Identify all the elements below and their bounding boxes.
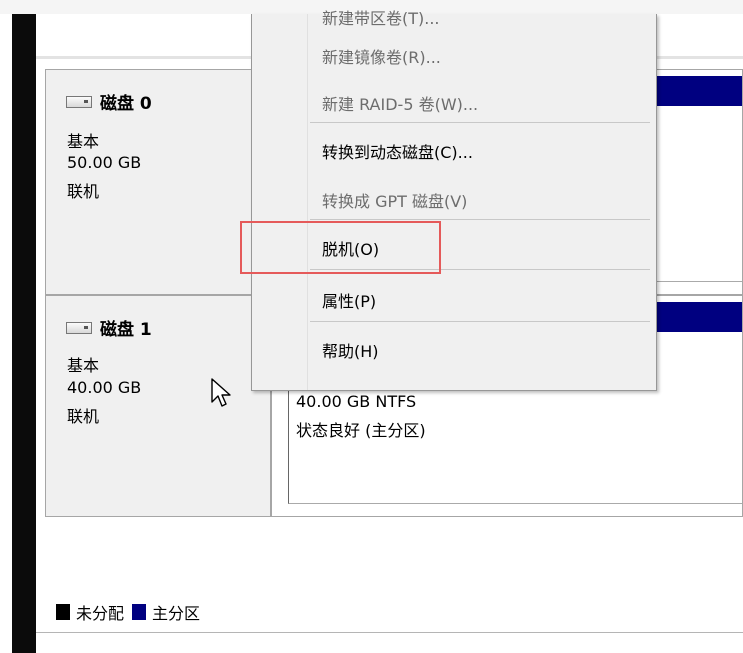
- disk-1-label[interactable]: 磁盘 1 基本 40.00 GB 联机: [45, 295, 271, 517]
- disk-icon: [66, 96, 92, 108]
- mouse-cursor-icon: [211, 378, 233, 414]
- disk-1-partition-size: 40.00 GB NTFS: [296, 392, 417, 411]
- legend-unallocated: 未分配: [76, 604, 125, 623]
- disk-0-type: 基本: [67, 132, 100, 151]
- menu-properties[interactable]: 属性(P): [322, 288, 376, 312]
- legend-divider: [36, 632, 743, 633]
- disk-0-name: 磁盘 0: [100, 94, 152, 114]
- context-menu: 新建带区卷(T)... 新建镜像卷(R)... 新建 RAID-5 卷(W)..…: [251, 9, 657, 391]
- menu-convert-dynamic[interactable]: 转换到动态磁盘(C)...: [322, 139, 473, 163]
- primary-swatch: [132, 604, 147, 620]
- menu-separator: [310, 122, 650, 123]
- menu-new-striped-volume[interactable]: 新建带区卷(T)...: [322, 5, 440, 29]
- disk-1-size: 40.00 GB: [67, 378, 142, 397]
- disk-0-size: 50.00 GB: [67, 153, 142, 172]
- menu-separator: [310, 219, 650, 220]
- disk-1-type: 基本: [67, 356, 100, 375]
- disk-management-pane: 磁盘 0 基本 50.00 GB 联机 磁盘 1 基本 40.00 GB 联机 …: [36, 9, 743, 653]
- disk-0-title: 磁盘 0: [66, 89, 152, 114]
- disk-icon: [66, 322, 92, 334]
- legend: 未分配 主分区: [56, 600, 208, 624]
- menu-new-raid5-volume[interactable]: 新建 RAID-5 卷(W)...: [322, 91, 478, 115]
- menu-new-mirrored-volume[interactable]: 新建镜像卷(R)...: [322, 44, 441, 68]
- disk-1-status: 联机: [67, 407, 100, 426]
- disk-0-label[interactable]: 磁盘 0 基本 50.00 GB 联机: [45, 69, 271, 295]
- disk-1-partition-status: 状态良好 (主分区): [296, 421, 426, 440]
- legend-primary: 主分区: [152, 604, 201, 623]
- left-panel-edge: [12, 14, 36, 653]
- unallocated-swatch: [56, 604, 70, 620]
- menu-separator: [310, 321, 650, 322]
- disk-1-title: 磁盘 1: [66, 315, 152, 340]
- menu-help[interactable]: 帮助(H): [322, 338, 379, 362]
- disk-0-status: 联机: [67, 182, 100, 201]
- offline-highlight-box: [240, 221, 441, 274]
- disk-1-name: 磁盘 1: [100, 320, 152, 340]
- menu-gutter: [307, 14, 308, 390]
- menu-convert-gpt[interactable]: 转换成 GPT 磁盘(V): [322, 188, 467, 212]
